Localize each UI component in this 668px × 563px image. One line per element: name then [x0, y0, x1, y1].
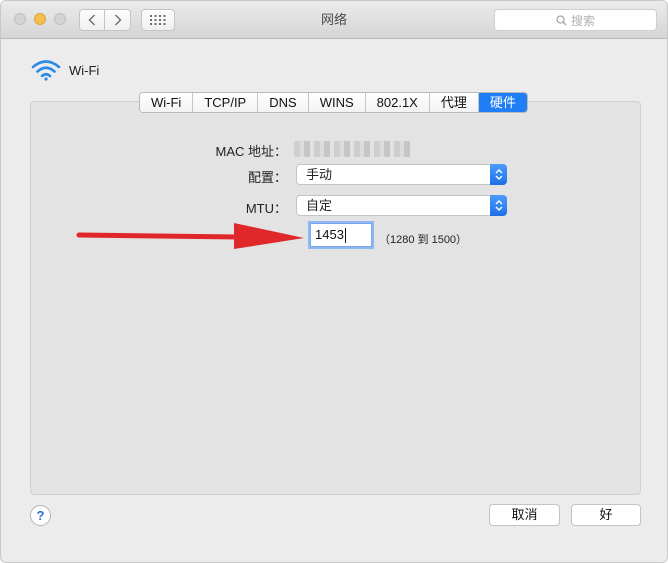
settings-panel: [30, 101, 641, 495]
back-button[interactable]: [79, 9, 105, 31]
tab-bar: Wi-Fi TCP/IP DNS WINS 802.1X 代理 硬件: [139, 92, 528, 113]
annotation-arrow-icon: [76, 223, 304, 249]
tab-proxy[interactable]: 代理: [429, 93, 479, 112]
cancel-button[interactable]: 取消: [489, 504, 560, 526]
mtu-select[interactable]: 自定: [296, 195, 507, 216]
tab-hardware[interactable]: 硬件: [478, 93, 527, 112]
interface-name: Wi-Fi: [69, 62, 100, 78]
up-down-chevron-icon: [495, 200, 502, 211]
minimize-window-button[interactable]: [34, 13, 46, 25]
configure-label: 配置：: [247, 170, 287, 185]
interface-header: Wi-Fi: [31, 59, 99, 81]
mtu-value-input[interactable]: 1453: [310, 223, 372, 247]
mtu-range-hint: （1280 到 1500）: [379, 234, 468, 246]
title-bar: 网络 搜索: [1, 1, 667, 39]
mac-address-label: MAC 地址：: [215, 144, 287, 159]
ok-button[interactable]: 好: [571, 504, 641, 526]
close-window-button[interactable]: [14, 13, 26, 25]
chevron-right-icon: [114, 14, 121, 26]
zoom-window-button[interactable]: [54, 13, 66, 25]
tab-dns[interactable]: DNS: [258, 93, 309, 112]
search-field[interactable]: 搜索: [494, 9, 657, 31]
up-down-chevron-icon: [495, 169, 502, 180]
mtu-value-text: 1453: [315, 227, 344, 242]
tab-wifi[interactable]: Wi-Fi: [140, 93, 194, 112]
tab-tcpip[interactable]: TCP/IP: [193, 93, 259, 112]
search-icon: [556, 14, 567, 25]
configure-select[interactable]: 手动: [296, 164, 507, 185]
show-all-button[interactable]: [141, 9, 175, 31]
forward-button[interactable]: [105, 9, 131, 31]
configure-select-value: 手动: [306, 167, 333, 182]
search-placeholder: 搜索: [570, 13, 595, 28]
text-caret: [344, 228, 346, 244]
mtu-select-stepper: [490, 195, 507, 216]
help-button[interactable]: ?: [30, 505, 51, 526]
configure-select-stepper: [490, 164, 507, 185]
grid-icon: [150, 15, 166, 25]
mac-address-value-redacted: [294, 141, 412, 157]
mtu-label: MTU：: [245, 201, 287, 216]
tab-wins[interactable]: WINS: [308, 93, 366, 112]
wifi-icon: [31, 60, 61, 81]
tab-8021x[interactable]: 802.1X: [365, 93, 430, 112]
mtu-select-value: 自定: [306, 198, 333, 213]
chevron-left-icon: [88, 14, 95, 26]
network-preferences-window: 网络 搜索 Wi-Fi Wi-Fi TCP/IP DNS WINS 802.1X…: [0, 0, 668, 563]
